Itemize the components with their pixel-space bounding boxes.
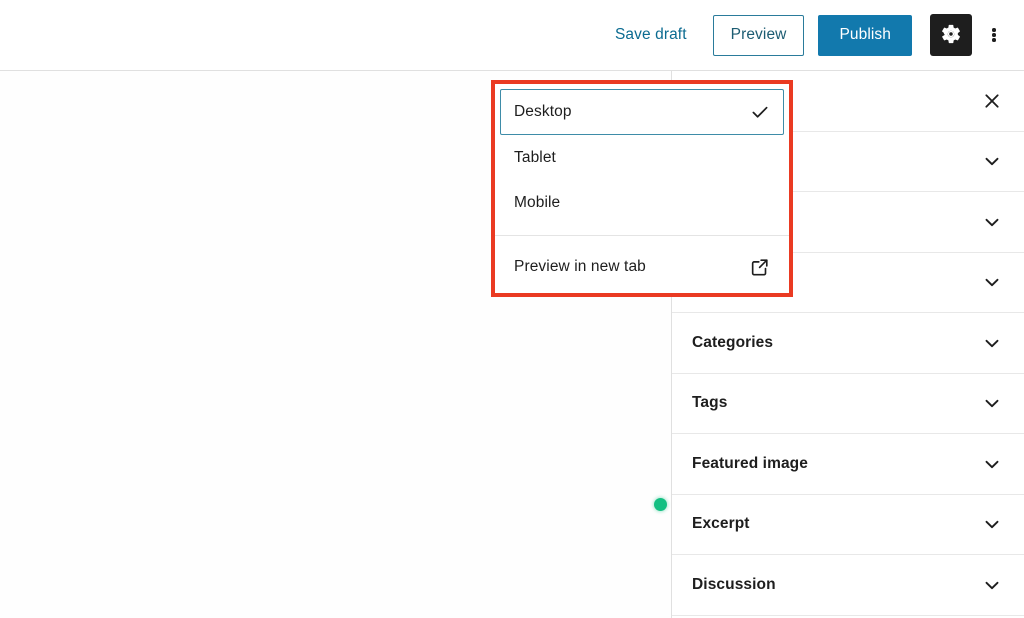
cursor-indicator — [653, 497, 667, 511]
editor-header-toolbar: Save draft Preview Publish — [0, 0, 1024, 71]
chevron-down-icon[interactable] — [980, 210, 1004, 234]
more-vertical-icon — [992, 27, 996, 44]
settings-button[interactable] — [930, 14, 972, 56]
chevron-down-icon[interactable] — [980, 391, 1004, 415]
menu-divider — [495, 235, 789, 236]
gear-icon — [940, 23, 962, 48]
sidebar-panel-label: Featured image — [692, 454, 808, 472]
sidebar-panel-label: Categories — [692, 333, 774, 351]
chevron-down-icon[interactable] — [980, 331, 1004, 355]
sidebar-panel-discussion[interactable]: Discussion — [672, 555, 1024, 616]
publish-button[interactable]: Publish — [818, 14, 912, 56]
sidebar-panel-label: Tags — [692, 394, 728, 412]
menu-item-tablet[interactable]: Tablet — [495, 135, 789, 180]
menu-item-label: Desktop — [514, 103, 572, 120]
chevron-down-icon[interactable] — [980, 149, 1004, 173]
chevron-down-icon[interactable] — [980, 452, 1004, 476]
sidebar-panel-featured-image[interactable]: Featured image — [672, 434, 1024, 495]
preview-button[interactable]: Preview — [712, 14, 805, 56]
close-icon[interactable] — [980, 89, 1004, 113]
chevron-down-icon[interactable] — [980, 512, 1004, 536]
sidebar-panel-label: Discussion — [692, 575, 776, 593]
more-options-button[interactable] — [976, 14, 1012, 56]
external-link-icon — [749, 256, 771, 278]
save-draft-button[interactable]: Save draft — [605, 18, 697, 52]
preview-dropdown-highlight: Desktop Tablet Mobile Preview in new tab — [491, 80, 793, 297]
menu-item-desktop[interactable]: Desktop — [500, 89, 784, 135]
menu-item-label: Tablet — [514, 148, 556, 166]
menu-item-label: Mobile — [514, 193, 561, 211]
sidebar-panel-excerpt[interactable]: Excerpt — [672, 494, 1024, 555]
sidebar-panel-label: Excerpt — [692, 515, 750, 533]
preview-dropdown-menu: Desktop Tablet Mobile Preview in new tab — [495, 84, 789, 293]
check-icon — [749, 101, 771, 123]
menu-item-mobile[interactable]: Mobile — [495, 180, 789, 225]
chevron-down-icon[interactable] — [980, 573, 1004, 597]
sidebar-panel-tags[interactable]: Tags — [672, 373, 1024, 434]
menu-item-label: Preview in new tab — [514, 257, 646, 275]
chevron-down-icon[interactable] — [980, 270, 1004, 294]
sidebar-panel-categories[interactable]: Categories — [672, 313, 1024, 374]
menu-item-preview-in-new-tab[interactable]: Preview in new tab — [495, 244, 789, 289]
